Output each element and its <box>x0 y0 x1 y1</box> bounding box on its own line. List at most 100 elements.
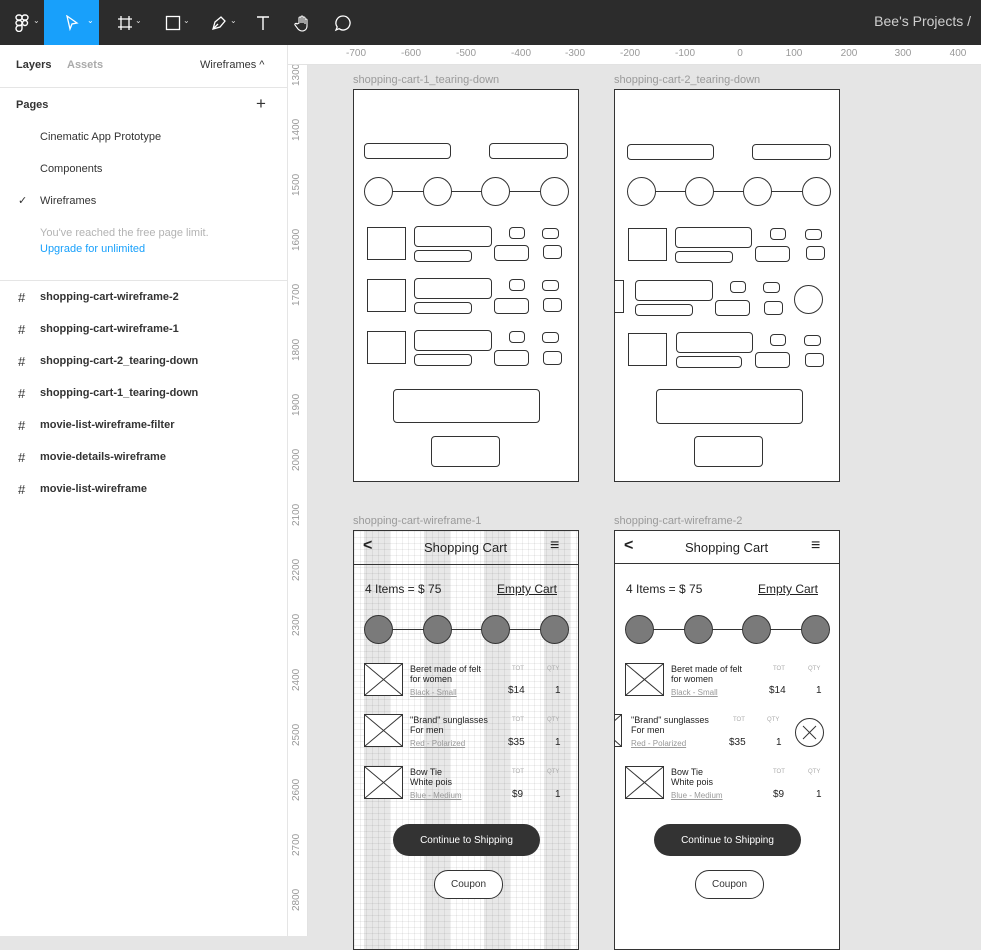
ruler-tick: -400 <box>510 48 532 59</box>
frame-hash-icon: # <box>18 386 26 401</box>
checkmark-icon: ✓ <box>18 195 28 207</box>
layer-item[interactable]: # shopping-cart-wireframe-1 <box>0 313 287 345</box>
frame-label[interactable]: shopping-cart-1_tearing-down <box>353 74 499 86</box>
product-qty[interactable]: 1 <box>555 685 561 696</box>
step-circle[interactable] <box>364 615 393 644</box>
layer-item[interactable]: # movie-details-wireframe <box>0 441 287 473</box>
product-variant[interactable]: Blue - Medium <box>410 791 462 800</box>
tot-label: TOT <box>773 769 785 775</box>
ruler-tick: -500 <box>455 48 477 59</box>
step-circle[interactable] <box>423 615 452 644</box>
product-price: $14 <box>769 685 786 696</box>
ruler-tick: 100 <box>785 48 803 59</box>
layer-item[interactable]: # movie-list-wireframe <box>0 473 287 505</box>
product-variant[interactable]: Black - Small <box>410 688 457 697</box>
layer-item[interactable]: # shopping-cart-1_tearing-down <box>0 377 287 409</box>
coupon-button[interactable]: Coupon <box>434 870 503 899</box>
figma-menu-button[interactable]: ⌄ <box>0 0 44 45</box>
continue-to-shipping-button[interactable]: Continue to Shipping <box>393 824 540 856</box>
text-tool-button[interactable] <box>250 0 276 45</box>
empty-cart-link[interactable]: Empty Cart <box>758 582 818 596</box>
product-variant[interactable]: Blue - Medium <box>671 791 723 800</box>
tot-label: TOT <box>512 769 524 775</box>
menu-icon[interactable]: ≡ <box>550 537 559 555</box>
page-item-wireframes[interactable]: Wireframes <box>40 195 96 207</box>
product-qty[interactable]: 1 <box>555 789 561 800</box>
step-circle[interactable] <box>481 615 510 644</box>
wireframe-block <box>755 352 790 368</box>
remove-item-icon[interactable] <box>795 718 824 747</box>
coupon-button[interactable]: Coupon <box>695 870 764 899</box>
back-icon[interactable]: < <box>363 537 372 555</box>
product-qty[interactable]: 1 <box>816 789 822 800</box>
page-item-components[interactable]: Components <box>40 163 102 175</box>
ruler-tick: 2700 <box>291 833 302 856</box>
step-circle[interactable] <box>742 615 771 644</box>
pen-icon <box>212 15 226 30</box>
upgrade-link[interactable]: Upgrade for unlimited <box>40 243 145 255</box>
product-variant[interactable]: Red - Polarized <box>631 739 686 748</box>
step-circle[interactable] <box>801 615 830 644</box>
layer-item[interactable]: # movie-list-wireframe-filter <box>0 409 287 441</box>
layer-item[interactable]: # shopping-cart-2_tearing-down <box>0 345 287 377</box>
stepper-line <box>641 191 819 192</box>
wireframe-block <box>542 332 559 343</box>
continue-to-shipping-button[interactable]: Continue to Shipping <box>654 824 801 856</box>
tab-layers[interactable]: Layers <box>16 59 51 71</box>
shape-tool-button[interactable]: ⌄ <box>152 0 194 45</box>
page-selector[interactable]: Wireframes ^ <box>200 59 264 71</box>
teardown-frame-2[interactable] <box>614 89 840 482</box>
wireframe-block <box>635 280 713 301</box>
product-subtitle: White pois <box>410 777 453 787</box>
project-breadcrumb[interactable]: Bee's Projects / <box>874 13 971 29</box>
layer-label: movie-details-wireframe <box>40 451 166 463</box>
frame-hash-icon: # <box>18 322 26 337</box>
stepper-line <box>639 629 817 630</box>
step-circle[interactable] <box>540 615 569 644</box>
frame-hash-icon: # <box>18 482 26 497</box>
shopping-cart-frame-2[interactable]: < Shopping Cart ≡ 4 Items = $ 75 Empty C… <box>614 530 840 950</box>
frame-hash-icon: # <box>18 354 26 369</box>
ruler-tick: 1400 <box>291 118 302 141</box>
product-image-placeholder <box>364 714 403 747</box>
cart-summary: 4 Items = $ 75 <box>365 582 442 596</box>
product-qty[interactable]: 1 <box>816 685 822 696</box>
ruler-tick: -200 <box>619 48 641 59</box>
menu-icon[interactable]: ≡ <box>811 537 820 555</box>
product-variant[interactable]: Black - Small <box>671 688 718 697</box>
tab-assets[interactable]: Assets <box>67 59 103 71</box>
shopping-cart-frame-1[interactable]: < Shopping Cart ≡ 4 Items = $ 75 Empty C… <box>353 530 579 950</box>
wireframe-block <box>414 354 472 366</box>
frame-label[interactable]: shopping-cart-wireframe-1 <box>353 515 481 527</box>
product-price: $35 <box>508 737 525 748</box>
product-qty[interactable]: 1 <box>555 737 561 748</box>
wireframe-block <box>509 279 525 291</box>
step-circle[interactable] <box>684 615 713 644</box>
hand-tool-button[interactable] <box>290 0 316 45</box>
comment-tool-button[interactable] <box>330 0 356 45</box>
wireframe-block <box>763 282 780 293</box>
wireframe-block <box>489 143 568 159</box>
wireframe-image <box>628 228 667 261</box>
wireframe-block <box>494 245 529 261</box>
pen-tool-button[interactable]: ⌄ <box>197 0 241 45</box>
product-subtitle: White pois <box>671 777 714 787</box>
move-tool-button[interactable]: ⌄ <box>44 0 99 45</box>
frame-tool-button[interactable]: ⌄ <box>105 0 145 45</box>
back-icon[interactable]: < <box>624 537 633 555</box>
wireframe-block <box>393 389 540 423</box>
layer-item[interactable]: # shopping-cart-wireframe-2 <box>0 281 287 313</box>
ruler-tick: 1600 <box>291 228 302 251</box>
step-circle[interactable] <box>625 615 654 644</box>
empty-cart-link[interactable]: Empty Cart <box>497 582 557 596</box>
product-qty[interactable]: 1 <box>776 737 782 748</box>
wireframe-block <box>542 280 559 291</box>
product-variant[interactable]: Red - Polarized <box>410 739 465 748</box>
teardown-frame-1[interactable] <box>353 89 579 482</box>
add-page-icon[interactable]: + <box>256 94 266 114</box>
frame-label[interactable]: shopping-cart-wireframe-2 <box>614 515 742 527</box>
product-image-placeholder <box>615 714 622 747</box>
wireframe-block <box>675 251 733 263</box>
frame-label[interactable]: shopping-cart-2_tearing-down <box>614 74 760 86</box>
page-item-cinematic[interactable]: Cinematic App Prototype <box>40 131 161 143</box>
